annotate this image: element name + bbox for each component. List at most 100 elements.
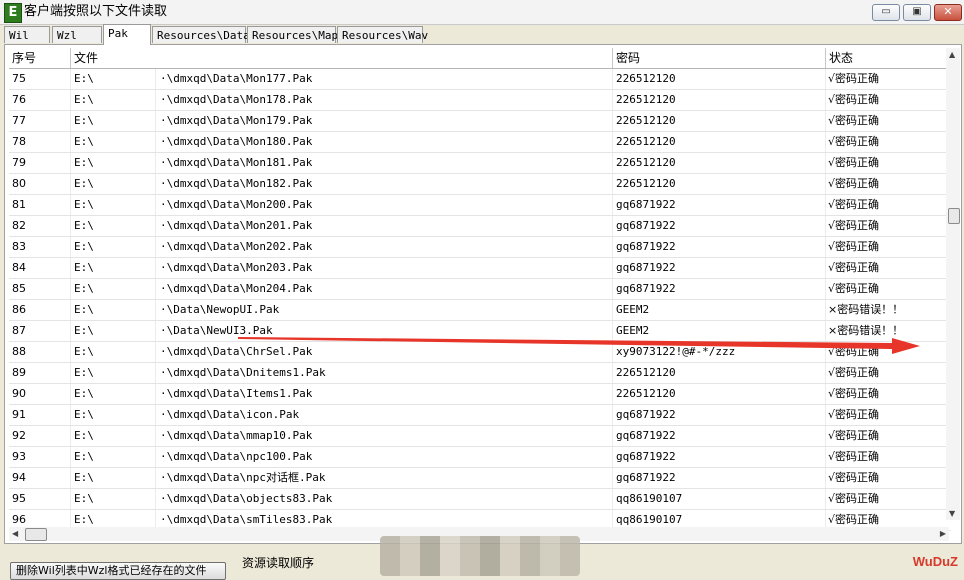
vertical-scrollbar[interactable]: ▲ ▼ bbox=[946, 48, 960, 520]
cell-index: 95 bbox=[9, 489, 71, 509]
tab-wil[interactable]: Wil bbox=[4, 26, 50, 43]
table-row[interactable]: 76 E:\ ·\dmxqd\Data\Mon178.Pak 226512120 √密码… bbox=[9, 90, 951, 111]
cell-index: 84 bbox=[9, 258, 71, 278]
bottom-bar: 删除Wil列表中Wzl格式已经存在的文件 资源读取顺序 WuDuZ bbox=[0, 536, 964, 580]
cell-index: 81 bbox=[9, 195, 71, 215]
cell-password: 226512120 bbox=[613, 132, 826, 152]
cell-path: ·\dmxqd\Data\Mon181.Pak bbox=[156, 153, 613, 173]
scroll-up-icon[interactable]: ▲ bbox=[949, 50, 955, 59]
cell-drive: E:\ bbox=[71, 258, 156, 278]
table-row[interactable]: 88 E:\ ·\dmxqd\Data\ChrSel.Pak xy9073122!@#… bbox=[9, 342, 951, 363]
cell-password: gq6871922 bbox=[613, 216, 826, 236]
cell-status: √密码正确 bbox=[828, 492, 880, 505]
cell-drive: E:\ bbox=[71, 426, 156, 446]
cell-drive: E:\ bbox=[71, 69, 156, 89]
table-row[interactable]: 87 E:\ ·\Data\NewUI3.Pak GEEM2 ×密码错误！！ bbox=[9, 321, 951, 342]
table-row[interactable]: 91 E:\ ·\dmxqd\Data\icon.Pak gq6871922 √密码正确 bbox=[9, 405, 951, 426]
tab-pak[interactable]: Pak bbox=[103, 24, 151, 45]
scroll-left-icon[interactable]: ◀ bbox=[12, 527, 18, 541]
tab-resources-map[interactable]: Resources\Map bbox=[247, 26, 338, 43]
table-row[interactable]: 94 E:\ ·\dmxqd\Data\npc对话框.Pak gq6871922 √密码… bbox=[9, 468, 951, 489]
maximize-button[interactable]: ▣ bbox=[903, 4, 931, 21]
close-button[interactable]: ✕ bbox=[934, 4, 962, 21]
header-password[interactable]: 密码 bbox=[613, 48, 826, 68]
cell-drive: E:\ bbox=[71, 279, 156, 299]
cell-status: √密码正确 bbox=[828, 177, 880, 190]
cell-path: ·\dmxqd\Data\Mon204.Pak bbox=[156, 279, 613, 299]
cell-path: ·\dmxqd\Data\Dnitems1.Pak bbox=[156, 363, 613, 383]
cell-status: √密码正确 bbox=[828, 114, 880, 127]
horizontal-scroll-thumb[interactable] bbox=[25, 528, 47, 541]
cell-path: ·\dmxqd\Data\ChrSel.Pak bbox=[156, 342, 613, 362]
cell-path: ·\dmxqd\Data\icon.Pak bbox=[156, 405, 613, 425]
header-file[interactable]: 文件 bbox=[71, 48, 613, 68]
cell-status: √密码正确 bbox=[828, 72, 880, 85]
cell-password: gq6871922 bbox=[613, 468, 826, 488]
cell-path: ·\dmxqd\Data\Mon178.Pak bbox=[156, 90, 613, 110]
header-status[interactable]: 状态 bbox=[826, 48, 951, 68]
cell-path: ·\dmxqd\Data\Mon182.Pak bbox=[156, 174, 613, 194]
cell-status: √密码正确 bbox=[828, 135, 880, 148]
cell-index: 93 bbox=[9, 447, 71, 467]
cell-index: 85 bbox=[9, 279, 71, 299]
title-bar: E 客户端按照以下文件读取 ▭ ▣ ✕ bbox=[0, 0, 964, 25]
delete-duplicates-button[interactable]: 删除Wil列表中Wzl格式已经存在的文件 bbox=[10, 562, 226, 580]
cell-path: ·\dmxqd\Data\Mon203.Pak bbox=[156, 258, 613, 278]
table-row[interactable]: 93 E:\ ·\dmxqd\Data\npc100.Pak gq6871922 √密码… bbox=[9, 447, 951, 468]
cell-index: 76 bbox=[9, 90, 71, 110]
cell-password: GEEM2 bbox=[613, 321, 826, 341]
cell-index: 88 bbox=[9, 342, 71, 362]
scroll-down-icon[interactable]: ▼ bbox=[949, 509, 955, 518]
cell-status: √密码正确 bbox=[828, 408, 880, 421]
cell-password: gq6871922 bbox=[613, 195, 826, 215]
cell-drive: E:\ bbox=[71, 195, 156, 215]
table-row[interactable]: 84 E:\ ·\dmxqd\Data\Mon203.Pak gq6871922 √密码… bbox=[9, 258, 951, 279]
table-row[interactable]: 90 E:\ ·\dmxqd\Data\Items1.Pak 226512120 √密码… bbox=[9, 384, 951, 405]
cell-index: 92 bbox=[9, 426, 71, 446]
read-order-label: 资源读取顺序 bbox=[242, 556, 315, 570]
table-row[interactable]: 82 E:\ ·\dmxqd\Data\Mon201.Pak gq6871922 √密码… bbox=[9, 216, 951, 237]
cell-password: gq6871922 bbox=[613, 279, 826, 299]
app-icon: E bbox=[4, 3, 22, 23]
cell-drive: E:\ bbox=[71, 111, 156, 131]
table-row[interactable]: 79 E:\ ·\dmxqd\Data\Mon181.Pak 226512120 √密码… bbox=[9, 153, 951, 174]
scroll-right-icon[interactable]: ▶ bbox=[940, 527, 946, 541]
cell-index: 90 bbox=[9, 384, 71, 404]
cell-status: √密码正确 bbox=[828, 156, 880, 169]
cell-status: √密码正确 bbox=[828, 387, 880, 400]
cell-path: ·\dmxqd\Data\Items1.Pak bbox=[156, 384, 613, 404]
tab-resources-data[interactable]: Resources\Data bbox=[152, 26, 250, 43]
cell-path: ·\dmxqd\Data\objects83.Pak bbox=[156, 489, 613, 509]
cell-password: 226512120 bbox=[613, 363, 826, 383]
table-row[interactable]: 75 E:\ ·\dmxqd\Data\Mon177.Pak 226512120 √密码… bbox=[9, 69, 951, 90]
cell-drive: E:\ bbox=[71, 90, 156, 110]
cell-password: xy9073122!@#-*/zzz bbox=[613, 342, 826, 362]
table-row[interactable]: 78 E:\ ·\dmxqd\Data\Mon180.Pak 226512120 √密码… bbox=[9, 132, 951, 153]
cell-index: 89 bbox=[9, 363, 71, 383]
cell-index: 82 bbox=[9, 216, 71, 236]
cell-index: 87 bbox=[9, 321, 71, 341]
table-row[interactable]: 80 E:\ ·\dmxqd\Data\Mon182.Pak 226512120 √密码… bbox=[9, 174, 951, 195]
vertical-scroll-thumb[interactable] bbox=[948, 208, 960, 224]
tab-resources-wav[interactable]: Resources\Wav bbox=[337, 26, 428, 43]
table-row[interactable]: 89 E:\ ·\dmxqd\Data\Dnitems1.Pak 226512120 √… bbox=[9, 363, 951, 384]
cell-status: √密码正确 bbox=[828, 282, 880, 295]
cell-status: √密码正确 bbox=[828, 240, 880, 253]
minimize-button[interactable]: ▭ bbox=[872, 4, 900, 21]
table-row[interactable]: 86 E:\ ·\Data\NewopUI.Pak GEEM2 ×密码错误！！ bbox=[9, 300, 951, 321]
table-row[interactable]: 85 E:\ ·\dmxqd\Data\Mon204.Pak gq6871922 √密码… bbox=[9, 279, 951, 300]
cell-drive: E:\ bbox=[71, 468, 156, 488]
tab-wzl[interactable]: Wzl bbox=[52, 26, 102, 43]
table-row[interactable]: 83 E:\ ·\dmxqd\Data\Mon202.Pak gq6871922 √密码… bbox=[9, 237, 951, 258]
cell-path: ·\dmxqd\Data\Mon201.Pak bbox=[156, 216, 613, 236]
cell-password: gq6871922 bbox=[613, 258, 826, 278]
header-index[interactable]: 序号 bbox=[9, 48, 71, 68]
table-row[interactable]: 81 E:\ ·\dmxqd\Data\Mon200.Pak gq6871922 √密码… bbox=[9, 195, 951, 216]
cell-status: √密码正确 bbox=[828, 450, 880, 463]
table-row[interactable]: 95 E:\ ·\dmxqd\Data\objects83.Pak qq8619010… bbox=[9, 489, 951, 510]
cell-drive: E:\ bbox=[71, 405, 156, 425]
grid-rows: 75 E:\ ·\dmxqd\Data\Mon177.Pak 226512120 √密码… bbox=[9, 69, 951, 531]
cell-drive: E:\ bbox=[71, 342, 156, 362]
table-row[interactable]: 92 E:\ ·\dmxqd\Data\mmap10.Pak gq6871922 √密码… bbox=[9, 426, 951, 447]
table-row[interactable]: 77 E:\ ·\dmxqd\Data\Mon179.Pak 226512120 √密码… bbox=[9, 111, 951, 132]
